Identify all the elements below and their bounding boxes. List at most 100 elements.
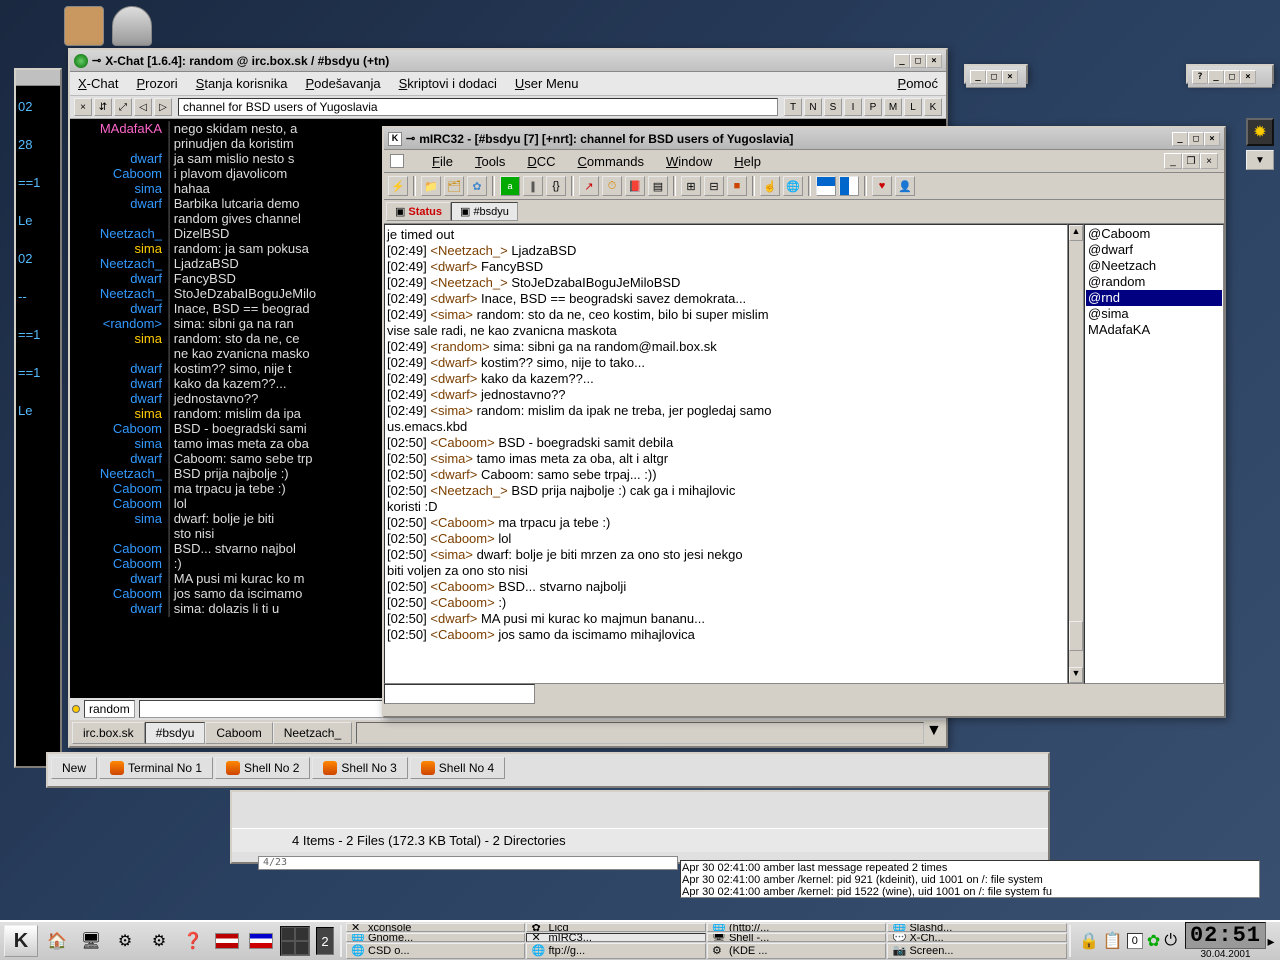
pin-icon[interactable]: ⊸	[406, 132, 415, 145]
mode-l-button[interactable]: L	[904, 98, 922, 116]
quick-control-icon[interactable]: ⚙	[110, 926, 140, 956]
nick-item[interactable]: @dwarf	[1086, 242, 1222, 258]
scroll-down-icon[interactable]: ▼	[926, 722, 944, 740]
minimize-button[interactable]: _	[1172, 132, 1188, 146]
mdi-close-button[interactable]: ×	[1200, 153, 1218, 169]
quick-home-icon[interactable]: 🏠	[42, 926, 72, 956]
desktop-home-icon[interactable]	[60, 6, 108, 54]
link-icon[interactable]: ⇵	[94, 98, 112, 116]
nick-item[interactable]: @Caboom	[1086, 226, 1222, 242]
expand-icon[interactable]: ⤢	[114, 98, 132, 116]
finger-icon[interactable]: ☝	[760, 176, 780, 196]
mode-p-button[interactable]: P	[864, 98, 882, 116]
tile-h-icon[interactable]	[816, 176, 836, 196]
maximize-button[interactable]: □	[1188, 132, 1204, 146]
task-button[interactable]: 🌐Slashd...	[887, 923, 1067, 932]
nick-box[interactable]: random	[84, 700, 135, 718]
panel-arrow-icon[interactable]: ▸	[1266, 933, 1276, 950]
tab-shell-2[interactable]: Shell No 2	[215, 757, 310, 779]
mirc-message-input[interactable]	[384, 684, 535, 704]
switchbar-status[interactable]: ▣Status	[386, 202, 451, 221]
menu-dcc[interactable]: DCC	[527, 154, 555, 169]
minimize-icon[interactable]: _	[970, 70, 986, 84]
task-button[interactable]: ✕mIRC3...	[526, 933, 705, 942]
menu-help[interactable]: Help	[734, 154, 761, 169]
nick-item[interactable]: @Neetzach	[1086, 258, 1222, 274]
scroll-up-icon[interactable]: ▲	[1069, 225, 1083, 241]
menu-window[interactable]: Window	[666, 154, 712, 169]
options-icon[interactable]: 📁	[421, 176, 441, 196]
minimize-icon[interactable]: _	[1208, 70, 1224, 84]
url-icon[interactable]: 🌐	[783, 176, 803, 196]
pager-icon[interactable]	[280, 926, 310, 956]
nicklist[interactable]: @Caboom@dwarf@Neetzach@random@rnd@simaMA…	[1084, 224, 1224, 684]
task-button[interactable]: ✕xconsole	[346, 923, 525, 932]
task-button[interactable]: ⚙(KDE ...	[707, 943, 886, 959]
tab-shell-4[interactable]: Shell No 4	[410, 757, 505, 779]
task-button[interactable]: 🌐Gnome...	[346, 933, 525, 942]
flag-us-icon[interactable]	[212, 926, 242, 956]
mode-s-button[interactable]: S	[824, 98, 842, 116]
desktop-number[interactable]: 2	[316, 927, 334, 955]
pin-icon[interactable]: ⊸	[92, 54, 101, 67]
scroll-down-icon[interactable]: ▼	[1069, 667, 1083, 683]
quick-kde-icon[interactable]: ⚙	[144, 926, 174, 956]
topic-input[interactable]	[178, 98, 778, 116]
dropdown-arrow[interactable]: ▼	[1246, 150, 1274, 170]
desktop-trash-icon[interactable]	[108, 6, 156, 54]
tray-counter[interactable]: 0	[1127, 933, 1143, 949]
nick-item[interactable]: @sima	[1086, 306, 1222, 322]
nick-item[interactable]: @rnd	[1086, 290, 1222, 306]
menu-settings[interactable]: Podešavanja	[305, 76, 380, 91]
help-icon[interactable]: ?	[1192, 70, 1208, 84]
mode-i-button[interactable]: I	[844, 98, 862, 116]
power-icon[interactable]: ⏻	[1164, 932, 1177, 950]
close-button[interactable]: ×	[926, 54, 942, 68]
aliases-icon[interactable]: a	[500, 176, 520, 196]
menu-user[interactable]: User Menu	[515, 76, 579, 91]
switchbar-channel[interactable]: ▣#bsdyu	[451, 202, 518, 221]
mode-n-button[interactable]: N	[804, 98, 822, 116]
mirc-titlebar[interactable]: K ⊸ mIRC32 - [#bsdyu [7] [+nrt]: channel…	[384, 128, 1224, 150]
scroll-thumb[interactable]	[1069, 621, 1083, 651]
quick-terminal-icon[interactable]: 🖥	[76, 926, 106, 956]
menu-commands[interactable]: Commands	[578, 154, 644, 169]
tab-terminal-1[interactable]: Terminal No 1	[99, 757, 213, 779]
mode-t-button[interactable]: T	[784, 98, 802, 116]
close-tab-icon[interactable]: ×	[74, 98, 92, 116]
gear-button[interactable]: ✹	[1246, 118, 1274, 146]
folder-icon[interactable]: 🗂	[444, 176, 464, 196]
address-icon[interactable]: 📕	[625, 176, 645, 196]
nick-item[interactable]: MAdafaKA	[1086, 322, 1222, 338]
k-menu-button[interactable]: K	[4, 925, 38, 957]
clock[interactable]: 02:51	[1185, 922, 1266, 949]
tab-query-1[interactable]: Caboom	[205, 722, 272, 744]
menu-help[interactable]: Pomoć	[898, 76, 938, 91]
mdi-restore-button[interactable]: ❐	[1182, 153, 1200, 169]
scrollbar[interactable]: ▲ ▼	[1068, 224, 1084, 684]
quick-help-icon[interactable]: ❓	[178, 926, 208, 956]
xchat-titlebar[interactable]: ⊸ X-Chat [1.6.4]: random @ irc.box.sk / …	[70, 50, 946, 72]
task-button[interactable]: ✿Licq	[526, 923, 705, 932]
task-button[interactable]: 📷Screen...	[887, 943, 1067, 959]
next-icon[interactable]: ▷	[154, 98, 172, 116]
help-icon[interactable]: ♥	[872, 176, 892, 196]
menu-xchat[interactable]: X-Chat	[78, 76, 118, 91]
favorites-icon[interactable]: ✿	[467, 176, 487, 196]
maximize-icon[interactable]: □	[986, 70, 1002, 84]
menu-scripts[interactable]: Skriptovi i dodaci	[399, 76, 497, 91]
dcc-send-icon[interactable]: ↗	[579, 176, 599, 196]
tile-v-icon[interactable]	[839, 176, 859, 196]
close-icon[interactable]: ×	[1240, 70, 1256, 84]
close-button[interactable]: ×	[1204, 132, 1220, 146]
connect-icon[interactable]: ⚡	[388, 176, 408, 196]
channels-icon[interactable]: ⊞	[681, 176, 701, 196]
task-button[interactable]: 🖥Shell -...	[707, 933, 886, 942]
tab-server[interactable]: irc.box.sk	[72, 722, 145, 744]
remote-icon[interactable]: {}	[546, 176, 566, 196]
tab-shell-3[interactable]: Shell No 3	[312, 757, 407, 779]
tab-channel[interactable]: #bsdyu	[145, 722, 206, 744]
list-icon[interactable]: ⊟	[704, 176, 724, 196]
maximize-icon[interactable]: □	[1224, 70, 1240, 84]
about-icon[interactable]: 👤	[895, 176, 915, 196]
